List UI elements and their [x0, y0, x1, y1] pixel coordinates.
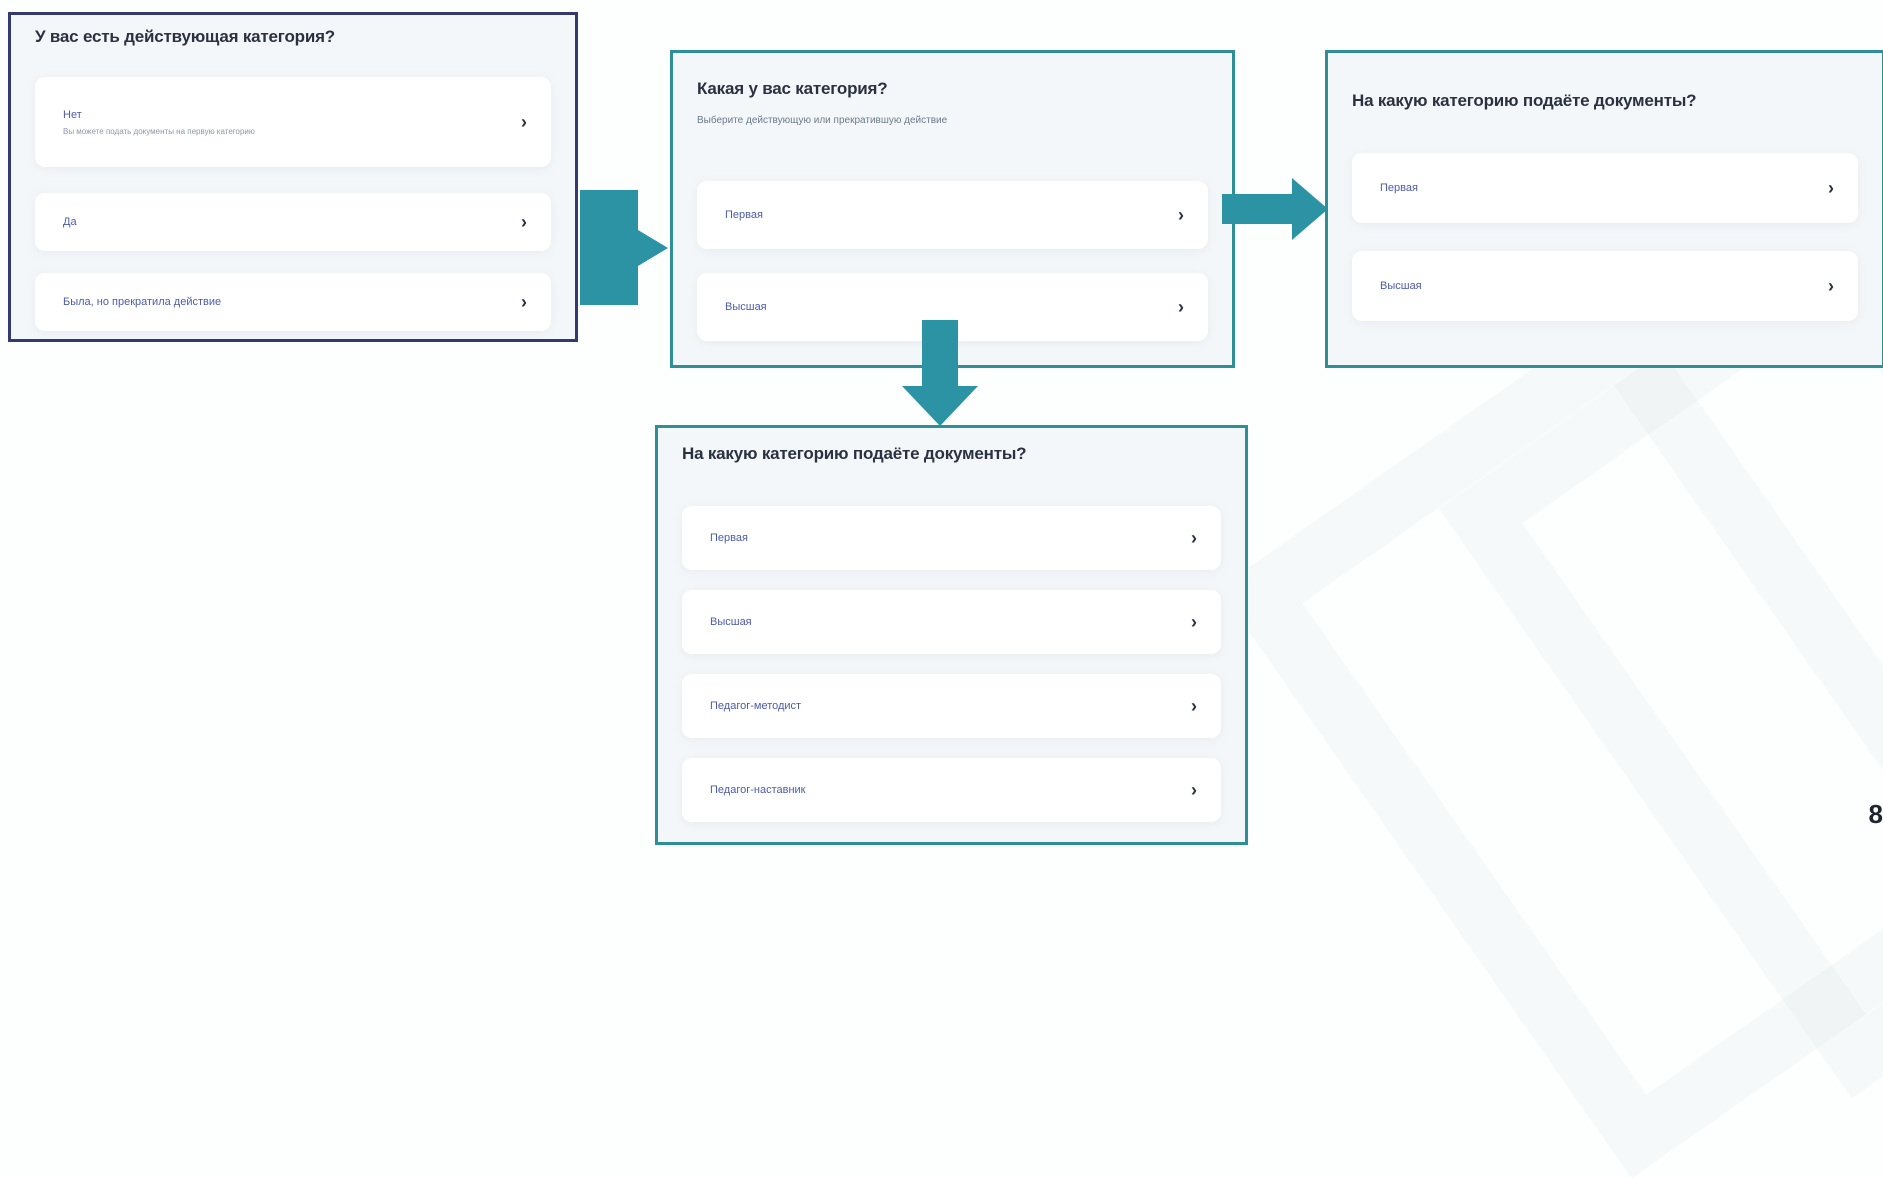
chevron-right-icon: ›	[521, 211, 527, 232]
option-methodist[interactable]: Педагог-методист ›	[682, 674, 1221, 738]
option-description: Вы можете подать документы на первую кат…	[63, 126, 255, 136]
option-no[interactable]: Нет Вы можете подать документы на первую…	[35, 77, 551, 167]
option-label: Высшая	[725, 301, 767, 313]
card-subtitle: Выберите действующую или прекратившую де…	[697, 115, 948, 126]
option-label: Педагог-наставник	[710, 784, 806, 796]
option-expired[interactable]: Была, но прекратила действие ›	[35, 273, 551, 331]
option-label: Высшая	[1380, 280, 1422, 292]
option-label: Первая	[725, 209, 763, 221]
card-title: У вас есть действующая категория?	[35, 27, 335, 46]
page-number: 8	[1868, 799, 1883, 829]
card-apply-category: На какую категорию подаёте документы? Пе…	[1325, 50, 1883, 368]
card-title: На какую категорию подаёте документы?	[1352, 91, 1697, 110]
option-label: Первая	[710, 532, 748, 544]
chevron-right-icon: ›	[1178, 204, 1184, 225]
option-first[interactable]: Первая ›	[1352, 153, 1858, 223]
option-mentor[interactable]: Педагог-наставник ›	[682, 758, 1221, 822]
option-label: Была, но прекратила действие	[63, 296, 222, 308]
chevron-right-icon: ›	[1191, 611, 1197, 632]
option-highest[interactable]: Высшая ›	[1352, 251, 1858, 321]
chevron-right-icon: ›	[1828, 275, 1834, 296]
arrow-down-icon	[902, 320, 978, 426]
option-label: Да	[63, 216, 77, 228]
option-first[interactable]: Первая ›	[682, 506, 1221, 570]
chevron-right-icon: ›	[521, 111, 527, 132]
option-label: Высшая	[710, 616, 752, 628]
chevron-right-icon: ›	[521, 291, 527, 312]
card-apply-category-extended: На какую категорию подаёте документы? Пе…	[655, 425, 1248, 845]
chevron-right-icon: ›	[1191, 695, 1197, 716]
option-label: Педагог-методист	[710, 700, 802, 712]
chevron-right-icon: ›	[1178, 296, 1184, 317]
arrow-right-icon	[1222, 178, 1328, 240]
card-has-category: У вас есть действующая категория? Нет Вы…	[8, 12, 578, 342]
option-first[interactable]: Первая ›	[697, 181, 1208, 249]
chevron-right-icon: ›	[1191, 779, 1197, 800]
card-title: На какую категорию подаёте документы?	[682, 444, 1027, 463]
arrow-right-icon	[580, 190, 668, 305]
option-yes[interactable]: Да ›	[35, 193, 551, 251]
chevron-right-icon: ›	[1191, 527, 1197, 548]
card-title: Какая у вас категория?	[697, 79, 888, 98]
option-highest[interactable]: Высшая ›	[682, 590, 1221, 654]
chevron-right-icon: ›	[1828, 177, 1834, 198]
option-label: Нет	[63, 108, 82, 121]
option-label: Первая	[1380, 182, 1418, 194]
